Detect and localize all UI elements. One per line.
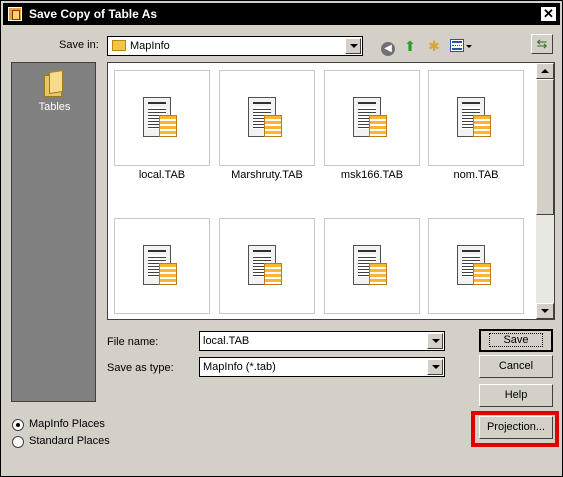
chevron-down-icon[interactable] <box>345 38 361 54</box>
tab-file-icon <box>248 97 288 145</box>
file-name-label: File name: <box>107 336 159 348</box>
file-name[interactable]: local.TAB <box>110 169 214 181</box>
folder-icon <box>42 70 68 99</box>
tab-file-icon <box>457 245 497 293</box>
places-item-label: Tables <box>38 101 71 113</box>
close-button[interactable]: ✕ <box>540 6 557 22</box>
file-name[interactable]: nom.TAB <box>424 169 528 181</box>
save-in-label: Save in: <box>59 39 99 51</box>
tab-file-icon <box>143 97 183 145</box>
places-bar: Tables <box>11 62 96 402</box>
help-button[interactable]: Help <box>479 384 553 407</box>
save-in-value: MapInfo <box>130 40 170 52</box>
tab-file-icon <box>457 97 497 145</box>
file-tile[interactable] <box>114 70 210 166</box>
file-tile[interactable] <box>219 218 315 314</box>
file-name-value: local.TAB <box>203 335 250 347</box>
mapinfo-places-label[interactable]: MapInfo Places <box>29 418 105 430</box>
standard-places-label[interactable]: Standard Places <box>29 435 110 447</box>
folder-icon <box>112 40 126 51</box>
chevron-down-icon[interactable] <box>427 333 443 349</box>
file-tile[interactable] <box>324 218 420 314</box>
views-menu-icon[interactable] <box>448 37 472 55</box>
save-as-type-value: MapInfo (*.tab) <box>203 361 276 373</box>
tab-file-icon <box>248 245 288 293</box>
save-copy-dialog: Save Copy of Table As ✕ Save in: MapInfo… <box>0 0 563 477</box>
tab-file-icon <box>143 245 183 293</box>
cancel-button[interactable]: Cancel <box>479 355 553 378</box>
file-tile[interactable] <box>428 70 524 166</box>
file-name-field[interactable]: local.TAB <box>199 331 445 351</box>
app-icon <box>8 7 22 21</box>
save-as-type-label: Save as type: <box>107 362 174 374</box>
save-in-dropdown[interactable]: MapInfo <box>107 36 363 56</box>
up-folder-icon[interactable]: ⬆ <box>401 37 419 55</box>
file-list[interactable]: local.TAB Marshruty.TAB msk166.TAB nom.T… <box>107 62 555 320</box>
scroll-down-button[interactable] <box>536 303 554 319</box>
standard-places-radio[interactable] <box>12 436 24 448</box>
scroll-up-button[interactable] <box>536 63 554 79</box>
window-title: Save Copy of Table As <box>29 7 158 21</box>
file-tile[interactable] <box>324 70 420 166</box>
file-name[interactable]: Marshruty.TAB <box>215 169 319 181</box>
file-tile[interactable] <box>114 218 210 314</box>
chevron-down-icon[interactable] <box>427 359 443 375</box>
mapinfo-places-radio[interactable] <box>12 419 24 431</box>
tools-icon[interactable]: ⇆ <box>531 34 553 54</box>
list-view-icon <box>450 39 464 52</box>
save-button[interactable]: Save <box>479 329 553 352</box>
new-folder-icon[interactable]: ✱ <box>425 37 443 55</box>
highlight-box <box>471 411 559 447</box>
save-as-type-dropdown[interactable]: MapInfo (*.tab) <box>199 357 445 377</box>
caret-down-icon <box>466 45 472 48</box>
tab-file-icon <box>353 97 393 145</box>
tab-file-icon <box>353 245 393 293</box>
file-name[interactable]: msk166.TAB <box>320 169 424 181</box>
vertical-scrollbar[interactable] <box>536 63 554 319</box>
title-bar[interactable]: Save Copy of Table As ✕ <box>3 3 560 25</box>
file-tile[interactable] <box>428 218 524 314</box>
back-icon[interactable]: ◀ <box>379 37 397 56</box>
scroll-thumb[interactable] <box>536 79 554 215</box>
file-tile[interactable] <box>219 70 315 166</box>
